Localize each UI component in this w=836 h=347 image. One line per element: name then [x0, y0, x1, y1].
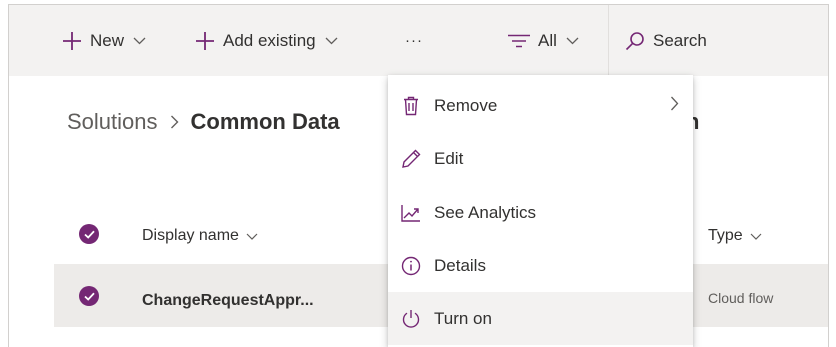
chevron-right-icon [170, 115, 179, 129]
menu-item-remove[interactable]: Remove [388, 79, 693, 132]
context-menu: Remove Edit See Analytics Details Turn o… [388, 75, 693, 347]
more-commands-button[interactable]: ··· [405, 5, 423, 76]
row-checkbox[interactable] [79, 286, 99, 306]
info-icon [400, 256, 422, 276]
add-existing-button[interactable]: Add existing [195, 5, 338, 76]
menu-item-see-analytics[interactable]: See Analytics [388, 186, 693, 239]
breadcrumb-solutions[interactable]: Solutions [67, 109, 158, 135]
search-label: Search [653, 30, 707, 50]
column-header-label: Display name [142, 227, 239, 244]
checkmark-icon [83, 292, 95, 301]
column-header-type[interactable]: Type [708, 227, 762, 245]
more-icon: ··· [405, 32, 423, 49]
row-type: Cloud flow [708, 290, 774, 306]
menu-item-label: See Analytics [434, 202, 537, 222]
chevron-down-icon [566, 37, 579, 45]
trash-icon [400, 96, 422, 116]
plus-icon [62, 31, 82, 51]
select-all-checkbox[interactable] [79, 224, 99, 244]
menu-item-label: Details [434, 255, 486, 275]
command-bar-divider [608, 5, 609, 76]
breadcrumb: Solutions Common Data [67, 109, 340, 135]
checkmark-icon [83, 230, 95, 239]
filter-label: All [538, 30, 557, 50]
chevron-down-icon [325, 37, 338, 45]
filter-all-button[interactable]: All [508, 5, 579, 76]
menu-item-edit[interactable]: Edit [388, 132, 693, 185]
filter-lines-icon [508, 34, 530, 48]
menu-item-label: Edit [434, 148, 464, 168]
chevron-right-icon [670, 96, 679, 116]
menu-item-details[interactable]: Details [388, 239, 693, 292]
chevron-down-icon [750, 227, 762, 245]
search-icon [625, 31, 645, 51]
chevron-down-icon [246, 227, 258, 245]
chevron-down-icon [133, 37, 146, 45]
plus-icon [195, 31, 215, 51]
breadcrumb-current: Common Data [190, 109, 340, 134]
menu-item-label: Turn on [434, 308, 492, 328]
column-header-display-name[interactable]: Display name [142, 227, 258, 245]
command-bar: New Add existing ··· All Search [9, 5, 828, 76]
menu-item-label: Remove [434, 95, 498, 115]
pencil-icon [400, 149, 422, 169]
menu-item-turn-on[interactable]: Turn on [388, 292, 693, 345]
add-existing-button-label: Add existing [223, 30, 316, 50]
column-header-label: Type [708, 227, 743, 244]
new-button-label: New [90, 30, 125, 50]
search-button[interactable]: Search [625, 5, 707, 76]
row-display-name[interactable]: ChangeRequestAppr... [142, 292, 314, 310]
app-frame: New Add existing ··· All Search Solution… [8, 4, 829, 347]
new-button[interactable]: New [62, 5, 146, 76]
power-icon [400, 309, 422, 329]
analytics-icon [400, 204, 422, 222]
